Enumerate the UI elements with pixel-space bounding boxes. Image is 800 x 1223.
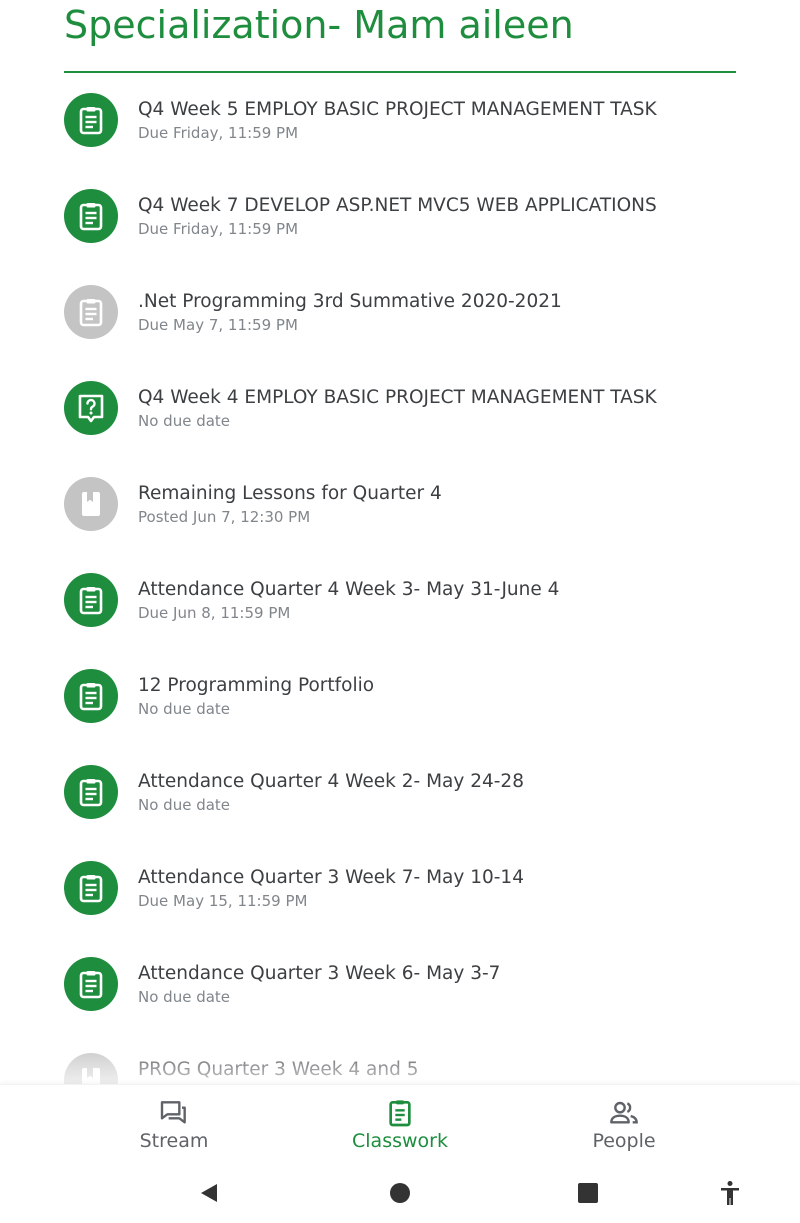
item-title: Q4 Week 5 EMPLOY BASIC PROJECT MANAGEMEN… xyxy=(138,99,657,120)
item-icon-badge xyxy=(64,93,118,147)
item-title: Attendance Quarter 4 Week 2- May 24-28 xyxy=(138,771,524,792)
item-icon-badge xyxy=(64,477,118,531)
classwork-item[interactable]: Q4 Week 7 DEVELOP ASP.NET MVC5 WEB APPLI… xyxy=(0,174,800,270)
classwork-icon xyxy=(389,1100,411,1127)
item-due-date: No due date xyxy=(138,700,231,718)
item-title: Remaining Lessons for Quarter 4 xyxy=(138,483,442,504)
item-due-date: Due Friday, 11:59 PM xyxy=(138,220,299,238)
scroll-fade xyxy=(0,1040,800,1090)
item-due-date: Due May 15, 11:59 PM xyxy=(138,892,308,910)
item-icon-badge xyxy=(64,381,118,435)
item-due-date: Due Friday, 11:59 PM xyxy=(138,124,299,142)
class-header: Specialization- Mam aileen xyxy=(64,0,736,73)
accessibility-button[interactable] xyxy=(713,1176,747,1210)
tab-classwork-label: Classwork xyxy=(352,1130,448,1152)
item-title: Q4 Week 4 EMPLOY BASIC PROJECT MANAGEMEN… xyxy=(138,387,657,408)
item-title: .Net Programming 3rd Summative 2020-2021 xyxy=(138,291,562,312)
tab-people[interactable]: People xyxy=(524,1085,724,1163)
back-icon xyxy=(201,1184,217,1202)
accessibility-icon xyxy=(721,1181,739,1205)
assignment-icon xyxy=(79,107,103,135)
item-icon-badge xyxy=(64,957,118,1011)
stream-icon xyxy=(160,1101,186,1124)
classwork-item[interactable]: Q4 Week 4 EMPLOY BASIC PROJECT MANAGEMEN… xyxy=(0,366,800,462)
item-due-date: No due date xyxy=(138,412,231,430)
item-due-date: No due date xyxy=(138,796,231,814)
classwork-item[interactable]: Q4 Week 5 EMPLOY BASIC PROJECT MANAGEMEN… xyxy=(0,78,800,174)
recents-button[interactable] xyxy=(571,1176,605,1210)
tab-classwork[interactable]: Classwork xyxy=(300,1085,500,1163)
item-title: Q4 Week 7 DEVELOP ASP.NET MVC5 WEB APPLI… xyxy=(138,195,657,216)
item-due-date: Posted Jun 7, 12:30 PM xyxy=(138,508,311,526)
classwork-item[interactable]: Attendance Quarter 4 Week 3- May 31-June… xyxy=(0,558,800,654)
item-title: Attendance Quarter 4 Week 3- May 31-June… xyxy=(138,579,560,600)
assignment-icon xyxy=(79,971,103,999)
assignment-icon xyxy=(79,299,103,327)
item-icon-badge xyxy=(64,861,118,915)
home-button[interactable] xyxy=(383,1176,417,1210)
system-navigation-bar xyxy=(0,1162,800,1223)
material-icon xyxy=(82,492,100,516)
classwork-item[interactable]: Attendance Quarter 3 Week 7- May 10-14 Du… xyxy=(0,846,800,942)
assignment-icon xyxy=(79,587,103,615)
page-title: Specialization- Mam aileen xyxy=(64,3,574,47)
item-due-date: Due May 7, 11:59 PM xyxy=(138,316,298,334)
item-icon-badge xyxy=(64,573,118,627)
back-button[interactable] xyxy=(192,1176,226,1210)
tab-stream[interactable]: Stream xyxy=(74,1085,274,1163)
tab-people-label: People xyxy=(592,1130,656,1152)
classwork-item[interactable]: .Net Programming 3rd Summative 2020-2021… xyxy=(0,270,800,366)
item-due-date: Due Jun 8, 11:59 PM xyxy=(138,604,291,622)
assignment-icon xyxy=(79,779,103,807)
item-icon-badge xyxy=(64,669,118,723)
assignment-icon xyxy=(79,203,103,231)
item-icon-badge xyxy=(64,285,118,339)
item-icon-badge xyxy=(64,189,118,243)
classwork-item[interactable]: 12 Programming Portfolio No due date xyxy=(0,654,800,750)
people-icon xyxy=(610,1101,638,1124)
classwork-list[interactable]: Q4 Week 5 EMPLOY BASIC PROJECT MANAGEMEN… xyxy=(0,78,800,1084)
bottom-navigation: Stream Classwork People xyxy=(0,1084,800,1162)
home-icon xyxy=(390,1183,410,1203)
item-title: Attendance Quarter 3 Week 7- May 10-14 xyxy=(138,867,524,888)
classwork-item[interactable]: Attendance Quarter 3 Week 6- May 3-7 No d… xyxy=(0,942,800,1038)
item-title: 12 Programming Portfolio xyxy=(138,675,375,696)
recents-icon xyxy=(578,1183,598,1203)
classwork-item[interactable]: Remaining Lessons for Quarter 4 Posted Ju… xyxy=(0,462,800,558)
tab-stream-label: Stream xyxy=(139,1130,209,1152)
item-title: Attendance Quarter 3 Week 6- May 3-7 xyxy=(138,963,501,984)
assignment-icon xyxy=(79,683,103,711)
item-icon-badge xyxy=(64,765,118,819)
item-due-date: No due date xyxy=(138,988,231,1006)
question-icon xyxy=(78,394,104,423)
assignment-icon xyxy=(79,875,103,903)
classwork-item[interactable]: Attendance Quarter 4 Week 2- May 24-28 No… xyxy=(0,750,800,846)
